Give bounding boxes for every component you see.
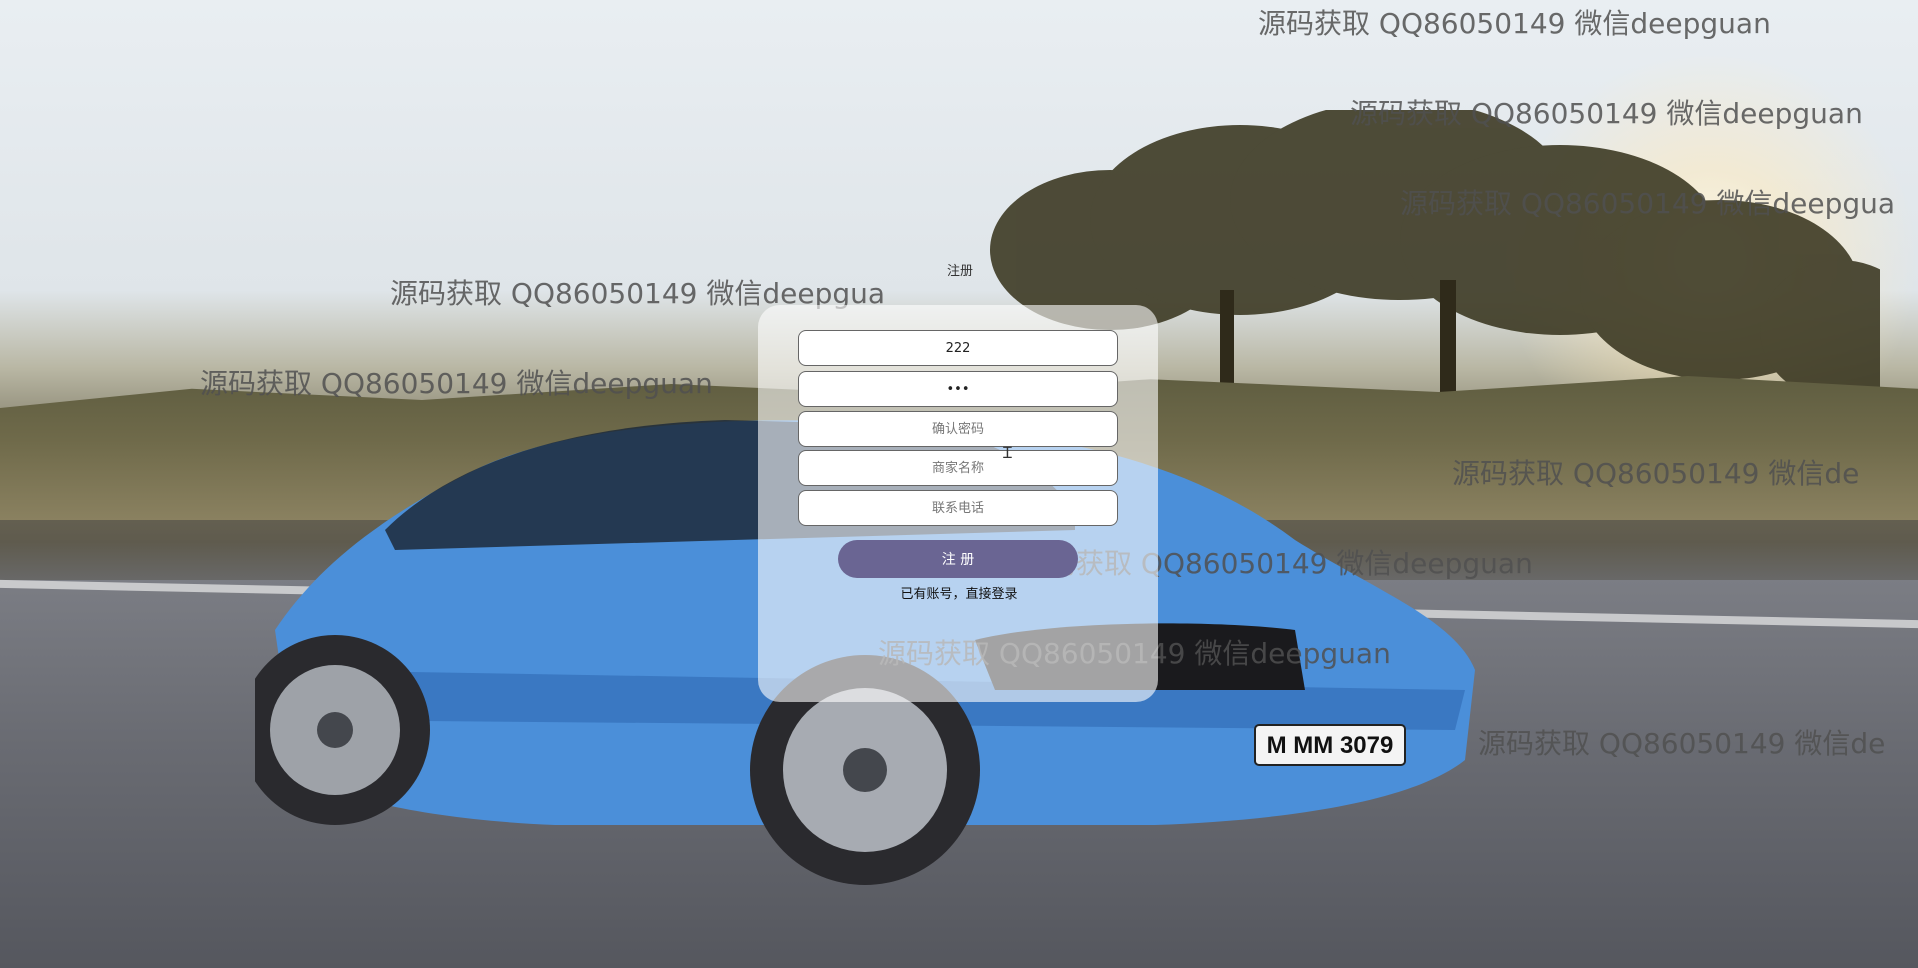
- username-field[interactable]: [798, 330, 1118, 366]
- license-plate-text: M MM 3079: [1267, 732, 1394, 759]
- register-title: 注册: [946, 264, 973, 279]
- confirm-password-field[interactable]: [798, 411, 1118, 447]
- password-field[interactable]: [798, 371, 1118, 407]
- merchant-name-field[interactable]: [798, 450, 1118, 486]
- register-button[interactable]: 注 册: [838, 540, 1078, 578]
- text-cursor-icon: Ɪ: [1003, 443, 1012, 462]
- phone-field[interactable]: [798, 490, 1118, 526]
- login-link[interactable]: 已有账号，直接登录: [880, 583, 1038, 602]
